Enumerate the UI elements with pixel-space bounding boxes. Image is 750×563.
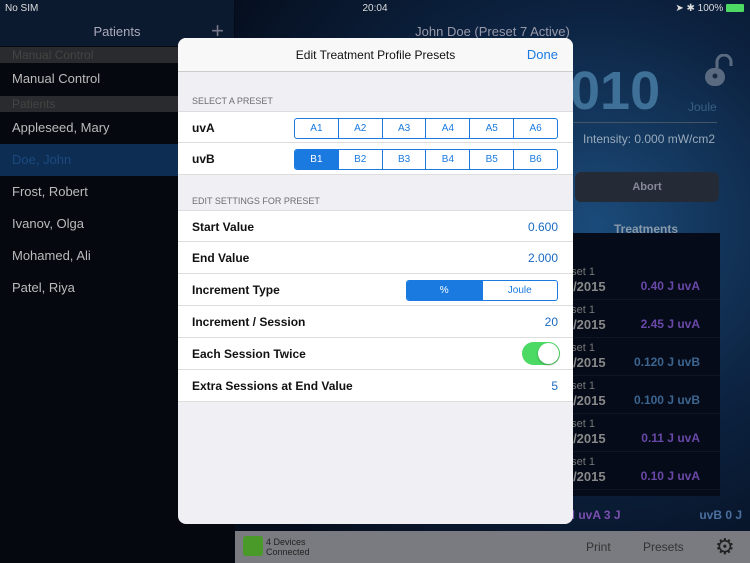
increment-type-label: Increment Type — [192, 283, 280, 297]
increment-session-row[interactable]: Increment / Session 20 — [178, 306, 573, 338]
segment-b2[interactable]: B2 — [337, 150, 382, 169]
segment-joule[interactable]: Joule — [481, 281, 558, 300]
segment-a1[interactable]: A1 — [295, 119, 338, 138]
print-button[interactable]: Print — [586, 540, 611, 554]
treatment-dose: 0.40 J uvA — [640, 279, 700, 293]
total-uva: al uvA 3 J — [565, 508, 621, 522]
treatment-dose: 0.10 J uvA — [640, 469, 700, 483]
each-session-twice-toggle[interactable] — [522, 342, 560, 365]
clock: 20:04 — [362, 3, 388, 14]
total-uvb: uvB 0 J — [699, 508, 742, 522]
start-value-field[interactable]: 0.600 — [528, 220, 558, 234]
extra-sessions-label: Extra Sessions at End Value — [192, 379, 353, 393]
segment-percent[interactable]: % — [407, 281, 482, 300]
done-button[interactable]: Done — [527, 47, 558, 62]
extra-sessions-field[interactable]: 5 — [551, 379, 558, 393]
section-header: EDIT SETTINGS FOR PRESET — [192, 196, 320, 206]
increment-session-label: Increment / Session — [192, 315, 306, 329]
footer-toolbar: 4 Devices Connected Print Presets ⚙ — [235, 531, 750, 563]
segment-a3[interactable]: A3 — [381, 119, 426, 138]
segment-b1[interactable]: B1 — [295, 150, 338, 169]
abort-button[interactable]: Abort — [575, 172, 719, 202]
edit-presets-modal: Edit Treatment Profile Presets Done SELE… — [178, 38, 573, 524]
segment-b3[interactable]: B3 — [381, 150, 426, 169]
unlock-icon[interactable] — [703, 54, 733, 88]
battery: ➤ ✱ 100% — [675, 3, 744, 14]
segment-b6[interactable]: B6 — [513, 150, 557, 169]
treatment-dose: 0.120 J uvB — [633, 355, 700, 369]
uvb-label: uvB — [192, 152, 215, 166]
intensity-readout: Intensity: 0.000 mW/cm2 — [583, 132, 716, 146]
segment-b5[interactable]: B5 — [469, 150, 513, 169]
end-value-field[interactable]: 2.000 — [528, 251, 558, 265]
battery-icon — [726, 4, 744, 13]
uva-label: uvA — [192, 121, 215, 135]
start-value-label: Start Value — [192, 220, 255, 234]
segment-a5[interactable]: A5 — [469, 119, 513, 138]
dose-readout: 010 — [570, 61, 661, 121]
device-status-icon — [243, 536, 263, 556]
presets-button[interactable]: Presets — [643, 540, 684, 554]
increment-type-selector[interactable]: % Joule — [406, 280, 558, 301]
uva-row: uvA A1 A2 A3 A4 A5 A6 — [178, 111, 573, 143]
end-value-label: End Value — [192, 251, 250, 265]
segment-b4[interactable]: B4 — [425, 150, 469, 169]
increment-type-row: Increment Type % Joule — [178, 274, 573, 306]
uvb-preset-selector[interactable]: B1 B2 B3 B4 B5 B6 — [294, 149, 558, 170]
end-value-row[interactable]: End Value 2.000 — [178, 242, 573, 274]
modal-title: Edit Treatment Profile Presets — [295, 48, 456, 62]
treatment-dose: 0.11 J uvA — [641, 431, 700, 445]
segment-a6[interactable]: A6 — [513, 119, 557, 138]
dose-unit: Joule — [688, 100, 717, 114]
sidebar-title: Patients — [93, 24, 141, 39]
segment-a2[interactable]: A2 — [337, 119, 382, 138]
start-value-row[interactable]: Start Value 0.600 — [178, 210, 573, 242]
section-header: SELECT A PRESET — [192, 96, 273, 106]
each-session-twice-row: Each Session Twice — [178, 338, 573, 370]
uva-preset-selector[interactable]: A1 A2 A3 A4 A5 A6 — [294, 118, 558, 139]
main-title: John Doe (Preset 7 Active) — [415, 24, 570, 39]
uvb-row: uvB B1 B2 B3 B4 B5 B6 — [178, 143, 573, 175]
segment-a4[interactable]: A4 — [425, 119, 469, 138]
each-session-twice-label: Each Session Twice — [192, 347, 306, 361]
treatment-dose: 2.45 J uvA — [640, 317, 700, 331]
increment-session-field[interactable]: 20 — [545, 315, 558, 329]
treatment-dose: 0.100 J uvB — [633, 393, 700, 407]
device-status: 4 Devices Connected — [266, 537, 310, 557]
extra-sessions-row[interactable]: Extra Sessions at End Value 5 — [178, 370, 573, 402]
status-bar: No SIM 20:04 ➤ ✱ 100% — [0, 0, 750, 16]
settings-gear-icon[interactable]: ⚙ — [715, 534, 735, 560]
